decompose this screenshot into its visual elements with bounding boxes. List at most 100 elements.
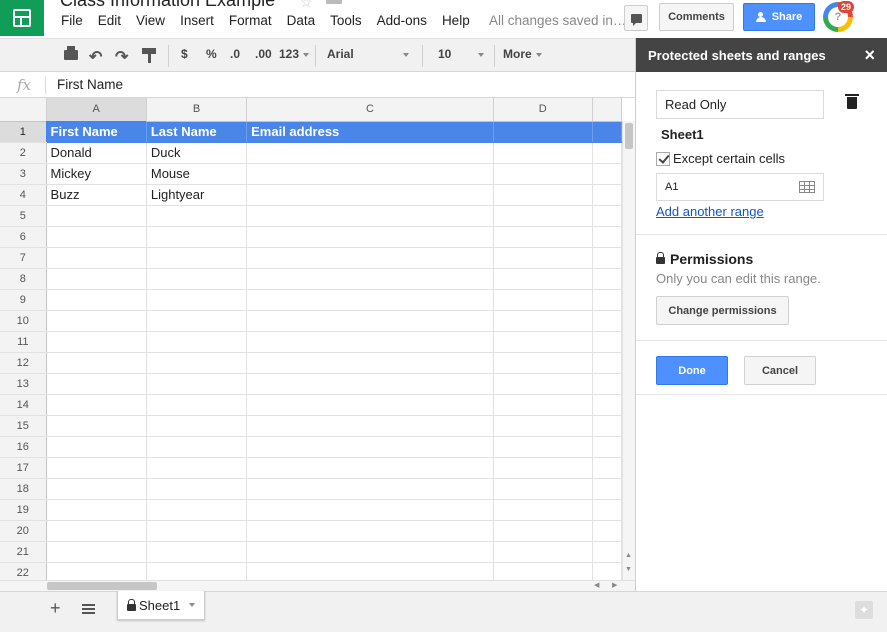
- row-header[interactable]: 17: [0, 457, 47, 479]
- cell[interactable]: [246, 142, 494, 164]
- cell[interactable]: [46, 562, 147, 580]
- cell[interactable]: [592, 394, 622, 416]
- notification-badge[interactable]: 29: [838, 1, 855, 13]
- cell[interactable]: Mickey: [46, 163, 147, 185]
- row-header[interactable]: 13: [0, 373, 47, 395]
- menu-view[interactable]: View: [136, 13, 165, 28]
- cell[interactable]: [146, 331, 248, 353]
- column-header-c[interactable]: C: [246, 98, 494, 122]
- scroll-down-icon[interactable]: ▼: [624, 566, 633, 575]
- cell[interactable]: [493, 415, 593, 437]
- formula-input[interactable]: First Name: [57, 77, 123, 92]
- column-header-e[interactable]: [592, 98, 622, 122]
- scroll-left-icon[interactable]: ◀: [594, 581, 599, 589]
- cell[interactable]: [46, 373, 147, 395]
- cell[interactable]: [493, 352, 593, 374]
- cell[interactable]: [246, 247, 494, 269]
- done-button[interactable]: Done: [656, 356, 728, 385]
- row-header[interactable]: 22: [0, 562, 47, 580]
- save-status[interactable]: All changes saved in…: [489, 13, 626, 28]
- cell[interactable]: [592, 499, 622, 521]
- trash-icon[interactable]: [845, 94, 859, 109]
- cell[interactable]: [493, 247, 593, 269]
- row-header[interactable]: 4: [0, 184, 47, 206]
- cell[interactable]: [46, 478, 147, 500]
- cell[interactable]: [493, 289, 593, 311]
- cell[interactable]: Email address: [246, 121, 494, 143]
- vertical-scrollbar[interactable]: [622, 121, 635, 580]
- row-header[interactable]: 19: [0, 499, 47, 521]
- cell[interactable]: [146, 562, 248, 580]
- menu-format[interactable]: Format: [229, 13, 272, 28]
- all-sheets-icon[interactable]: [82, 604, 95, 614]
- cell[interactable]: [146, 541, 248, 563]
- undo-icon[interactable]: ↶: [89, 47, 102, 67]
- document-title[interactable]: Class Information Example: [60, 0, 275, 11]
- cell[interactable]: [493, 184, 593, 206]
- row-header[interactable]: 21: [0, 541, 47, 563]
- cell[interactable]: [146, 205, 248, 227]
- cell[interactable]: [46, 541, 147, 563]
- add-sheet-icon[interactable]: +: [50, 598, 61, 619]
- comment-history-button[interactable]: [624, 5, 648, 31]
- cell[interactable]: [246, 394, 494, 416]
- cell[interactable]: [493, 478, 593, 500]
- row-header[interactable]: 11: [0, 331, 47, 353]
- column-header-d[interactable]: D: [493, 98, 593, 122]
- menu-file[interactable]: File: [61, 13, 83, 28]
- cell[interactable]: [493, 373, 593, 395]
- row-header[interactable]: 5: [0, 205, 47, 227]
- cell[interactable]: [46, 247, 147, 269]
- comments-button[interactable]: Comments: [659, 3, 734, 31]
- cell[interactable]: [146, 226, 248, 248]
- row-header[interactable]: 12: [0, 352, 47, 374]
- description-input[interactable]: Read Only: [656, 90, 824, 119]
- cell[interactable]: [493, 436, 593, 458]
- cell[interactable]: [146, 247, 248, 269]
- cell[interactable]: [246, 520, 494, 542]
- cell[interactable]: [246, 499, 494, 521]
- horizontal-scrollbar[interactable]: ◀ ▶: [0, 580, 635, 591]
- percent-format-button[interactable]: %: [206, 47, 217, 61]
- menu-data[interactable]: Data: [287, 13, 316, 28]
- column-header-b[interactable]: B: [146, 98, 248, 122]
- cell[interactable]: [592, 373, 622, 395]
- chevron-down-icon[interactable]: [189, 603, 196, 607]
- cell[interactable]: [246, 457, 494, 479]
- folder-icon[interactable]: [326, 0, 342, 4]
- select-all-corner[interactable]: [0, 98, 47, 122]
- row-header[interactable]: 6: [0, 226, 47, 248]
- cell[interactable]: [46, 205, 147, 227]
- cell[interactable]: [246, 373, 494, 395]
- cell[interactable]: [246, 331, 494, 353]
- scroll-right-icon[interactable]: ▶: [612, 581, 617, 589]
- cell[interactable]: [46, 289, 147, 311]
- cell[interactable]: [146, 520, 248, 542]
- cell[interactable]: [246, 541, 494, 563]
- select-range-icon[interactable]: [799, 181, 815, 193]
- cell[interactable]: [146, 373, 248, 395]
- cell[interactable]: [46, 352, 147, 374]
- cell[interactable]: [46, 310, 147, 332]
- cell[interactable]: [592, 310, 622, 332]
- cell[interactable]: [592, 121, 622, 143]
- cell[interactable]: Last Name: [146, 121, 248, 143]
- row-header[interactable]: 16: [0, 436, 47, 458]
- except-cells-option[interactable]: Except certain cells: [656, 151, 785, 166]
- cell[interactable]: [592, 226, 622, 248]
- cell[interactable]: [46, 457, 147, 479]
- cell[interactable]: [146, 394, 248, 416]
- cell[interactable]: [592, 331, 622, 353]
- currency-format-button[interactable]: $: [181, 47, 188, 61]
- cell[interactable]: [246, 310, 494, 332]
- cell[interactable]: [146, 499, 248, 521]
- cell[interactable]: [592, 436, 622, 458]
- row-header[interactable]: 9: [0, 289, 47, 311]
- column-header-a[interactable]: A: [46, 98, 147, 122]
- cell[interactable]: [146, 289, 248, 311]
- font-size-dropdown[interactable]: 10: [438, 47, 486, 61]
- cell[interactable]: [246, 478, 494, 500]
- cell[interactable]: [493, 520, 593, 542]
- menu-tools[interactable]: Tools: [330, 13, 362, 28]
- close-icon[interactable]: ×: [864, 45, 875, 66]
